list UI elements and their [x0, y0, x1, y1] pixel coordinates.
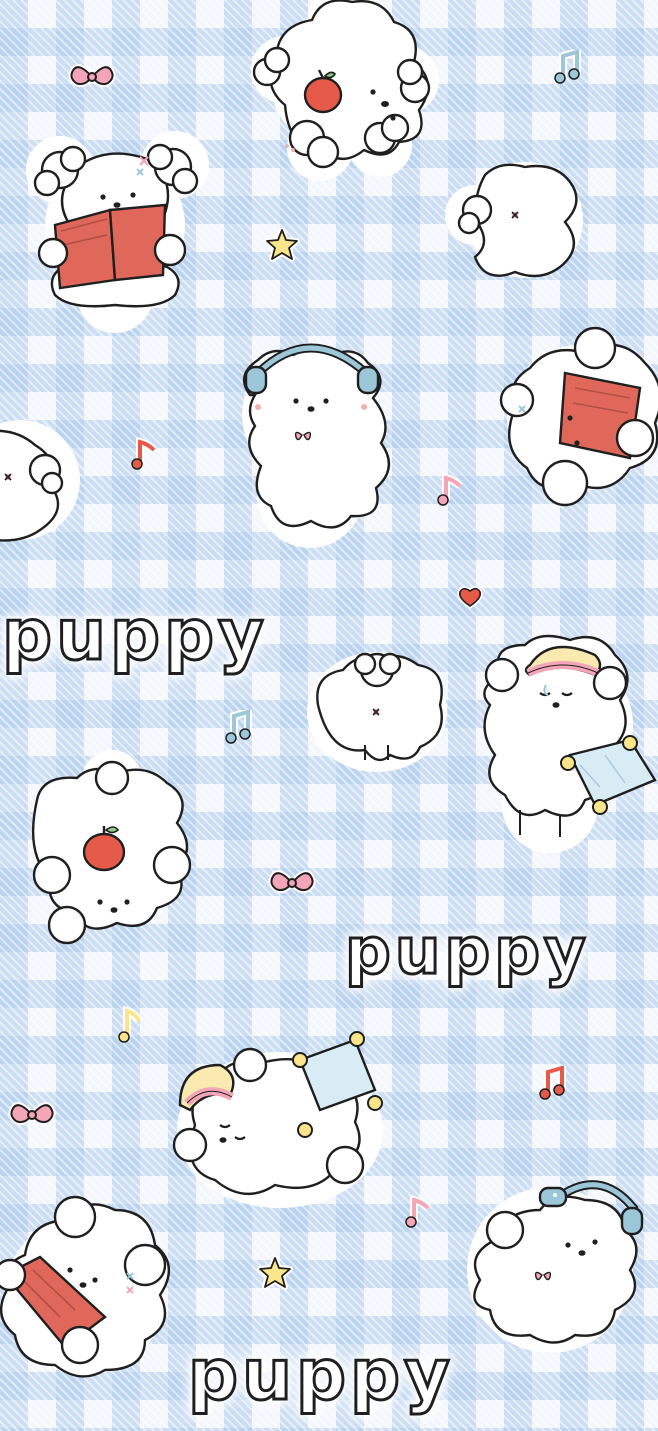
- star-icon: [264, 227, 300, 266]
- music-note-icon: [538, 1062, 568, 1106]
- pink-bow-icon: [8, 1100, 56, 1134]
- music-note-icon: [130, 436, 160, 476]
- heart-icon: [457, 585, 483, 613]
- puppy-headphones-sticker-2: [460, 1170, 650, 1370]
- puppy-tail-sticker-center: [307, 650, 447, 772]
- music-note-icon: [224, 706, 254, 750]
- puppy-reading-sticker: [25, 131, 209, 333]
- puppy-tail-sticker-left: [0, 415, 80, 545]
- puppy-reading-sticker-2: [0, 1195, 180, 1405]
- puppy-word-2: puppy: [344, 915, 590, 989]
- puppy-word-1: puppy: [1, 594, 268, 676]
- puppy-apple-sticker: [245, 0, 439, 181]
- puppy-headphones-sticker: [230, 335, 390, 548]
- pink-bow-icon: [68, 62, 116, 96]
- music-note-icon: [553, 46, 583, 90]
- puppy-nightcap-sticker-2: [172, 1025, 385, 1215]
- puppy-reading-sideways-sticker: [495, 318, 658, 518]
- pink-bow-icon: [268, 868, 316, 902]
- puppy-apple-sticker-2: [22, 750, 202, 950]
- checkered-wallpaper: puppy puppy puppy: [0, 0, 658, 1431]
- music-note-icon: [436, 472, 466, 512]
- music-note-icon: [404, 1194, 434, 1234]
- puppy-word-3: puppy: [187, 1334, 454, 1416]
- star-icon: [257, 1255, 293, 1294]
- music-note-icon: [115, 1005, 145, 1049]
- puppy-tail-sticker: [445, 155, 585, 285]
- puppy-nightcap-sticker: [480, 634, 658, 853]
